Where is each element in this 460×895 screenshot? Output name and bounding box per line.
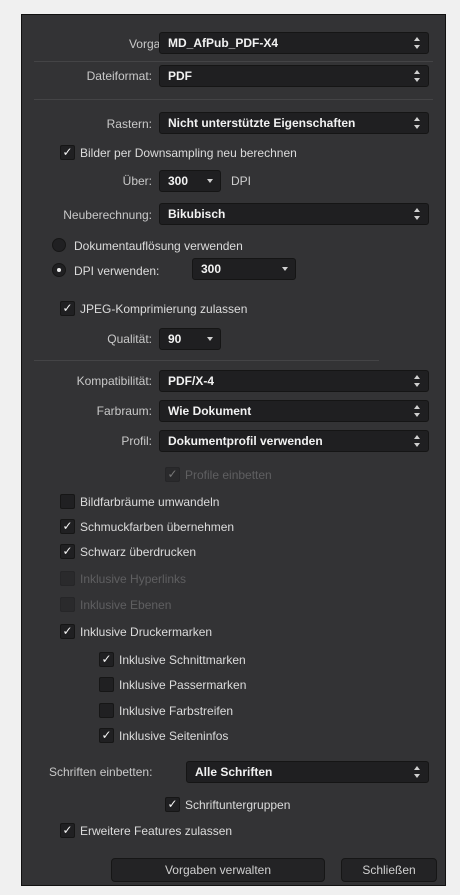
quality-select[interactable]: 90 [159,328,221,350]
colorspace-value: Wie Dokument [168,404,252,418]
layers-checkbox [60,597,75,612]
page-info-checkbox[interactable]: ✓ [99,728,114,743]
page-info-label: Inklusive Seiteninfos [119,729,229,743]
use-dpi-radio[interactable] [52,263,66,277]
above-label: Über: [122,174,152,188]
check-icon: ✓ [167,797,178,811]
check-icon: ✓ [101,728,112,742]
preset-select[interactable]: MD_AfPub_PDF-X4 [159,32,429,54]
quality-label: Qualität: [107,332,152,346]
check-icon: ✓ [62,823,73,837]
registration-marks-label: Inklusive Passermarken [119,678,247,692]
resample-select[interactable]: Bikubisch [159,203,429,225]
updown-icon [414,36,422,50]
close-button[interactable]: Schließen [341,858,437,882]
doc-resolution-label: Dokumentauflösung verwenden [74,239,243,253]
radio-dot-icon [57,268,61,272]
updown-icon [414,69,422,83]
crop-marks-checkbox[interactable]: ✓ [99,652,114,667]
separator [34,61,433,62]
updown-icon [414,404,422,418]
spot-colors-label: Schmuckfarben übernehmen [80,520,235,534]
use-dpi-label: DPI verwenden: [74,264,160,278]
font-subset-checkbox[interactable]: ✓ [165,797,180,812]
font-subset-label: Schriftuntergruppen [185,798,291,812]
doc-resolution-radio[interactable] [52,238,66,252]
resample-label: Neuberechnung: [63,208,152,222]
profile-value: Dokumentprofil verwenden [168,434,323,448]
embed-profiles-checkbox: ✓ [165,467,180,482]
fonts-label: Schriften einbetten: [49,765,153,779]
check-icon: ✓ [62,624,73,638]
overprint-black-label: Schwarz überdrucken [80,545,197,559]
profile-select[interactable]: Dokumentprofil verwenden [159,430,429,452]
compat-select[interactable]: PDF/X-4 [159,370,429,392]
check-icon: ✓ [62,519,73,533]
downsample-checkbox[interactable]: ✓ [60,145,75,160]
raster-value: Nicht unterstützte Eigenschaften [168,116,356,130]
updown-icon [414,207,422,221]
file-format-value: PDF [168,69,192,83]
fonts-select[interactable]: Alle Schriften [186,761,429,783]
check-icon: ✓ [62,301,73,315]
profile-label: Profil: [121,434,152,448]
dpi-unit: DPI [231,174,252,188]
manage-presets-button[interactable]: Vorgaben verwalten [111,858,325,882]
separator [34,360,379,361]
layers-label: Inklusive Ebenen [80,598,172,612]
updown-icon [414,434,422,448]
fonts-value: Alle Schriften [195,765,273,779]
colorspace-label: Farbraum: [96,404,152,418]
chevron-down-icon [207,337,213,341]
downsample-label: Bilder per Downsampling neu berechnen [80,146,297,160]
check-icon: ✓ [167,467,178,481]
advanced-features-checkbox[interactable]: ✓ [60,823,75,838]
check-icon: ✓ [62,145,73,159]
updown-icon [414,116,422,130]
hyperlinks-label: Inklusive Hyperlinks [80,572,187,586]
separator [34,99,433,100]
export-panel: Vorgabe: MD_AfPub_PDF-X4 Dateiformat: PD… [21,14,446,886]
raster-select[interactable]: Nicht unterstützte Eigenschaften [159,112,429,134]
chevron-down-icon [207,179,213,183]
updown-icon [414,374,422,388]
advanced-features-label: Erweitere Features zulassen [80,824,233,838]
printer-marks-checkbox[interactable]: ✓ [60,624,75,639]
compat-value: PDF/X-4 [168,374,215,388]
file-format-label: Dateiformat: [86,69,152,83]
compat-label: Kompatibilität: [76,374,152,388]
convert-colorspaces-checkbox[interactable] [60,494,75,509]
check-icon: ✓ [101,652,112,666]
check-icon: ✓ [62,544,73,558]
dpi-value: 300 [201,262,222,276]
jpeg-checkbox[interactable]: ✓ [60,301,75,316]
above-select[interactable]: 300 [159,170,221,192]
quality-value: 90 [168,332,182,346]
dpi-select[interactable]: 300 [192,258,296,280]
convert-colorspaces-label: Bildfarbräume umwandeln [80,495,220,509]
resample-value: Bikubisch [168,207,226,221]
spot-colors-checkbox[interactable]: ✓ [60,519,75,534]
color-bars-checkbox[interactable] [99,703,114,718]
raster-label: Rastern: [106,117,152,131]
color-bars-label: Inklusive Farbstreifen [119,704,234,718]
crop-marks-label: Inklusive Schnittmarken [119,653,246,667]
printer-marks-label: Inklusive Druckermarken [80,625,213,639]
above-value: 300 [168,174,189,188]
file-format-select[interactable]: PDF [159,65,429,87]
hyperlinks-checkbox [60,571,75,586]
preset-value: MD_AfPub_PDF-X4 [168,36,279,50]
updown-icon [414,765,422,779]
chevron-down-icon [282,267,288,271]
overprint-black-checkbox[interactable]: ✓ [60,544,75,559]
embed-profiles-label: Profile einbetten [185,468,272,482]
jpeg-label: JPEG-Komprimierung zulassen [80,302,248,316]
registration-marks-checkbox[interactable] [99,677,114,692]
colorspace-select[interactable]: Wie Dokument [159,400,429,422]
